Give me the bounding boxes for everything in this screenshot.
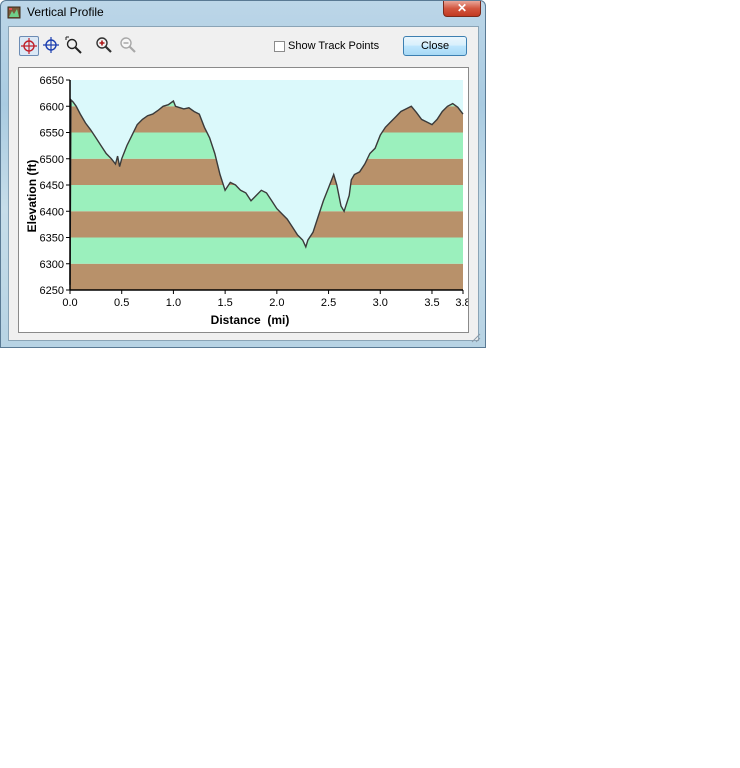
y-axis-label: Elevation (ft) <box>25 160 39 233</box>
zoom-box-icon <box>65 36 82 54</box>
zoom-out-icon <box>120 37 136 53</box>
elevation-profile-chart[interactable]: 6250 6300 6350 6400 6450 6500 6550 6600 6650 0.0… <box>19 68 471 332</box>
y-tick-labels: 6250 6300 6350 6400 6450 6500 6550 6600 6650 <box>40 75 70 297</box>
zoom-in-button[interactable] <box>95 36 115 56</box>
zoom-out-button[interactable] <box>119 36 139 56</box>
y-tick-label: 6450 <box>40 180 64 192</box>
elevation-band <box>70 211 463 238</box>
y-tick-label: 6350 <box>40 233 64 245</box>
x-tick-label: 0.5 <box>114 297 129 309</box>
y-tick-label: 6250 <box>40 285 64 297</box>
x-tick-label: 3.0 <box>373 297 388 309</box>
zoom-box-tool-button[interactable] <box>65 36 85 56</box>
y-tick-label: 6300 <box>40 259 64 271</box>
zoom-in-icon <box>96 37 112 53</box>
show-track-points-label[interactable]: Show Track Points <box>288 40 379 52</box>
y-tick-label: 6500 <box>40 154 64 166</box>
show-track-points-checkbox[interactable] <box>274 41 285 52</box>
window-title: Vertical Profile <box>27 5 104 19</box>
x-tick-label: 0.0 <box>62 297 77 309</box>
x-tick-label: 1.0 <box>166 297 181 309</box>
x-tick-labels: 0.0 0.5 1.0 1.5 2.0 2.5 3.0 3.5 3.8 <box>62 290 471 309</box>
elevation-band <box>70 237 463 264</box>
y-tick-label: 6650 <box>40 75 64 87</box>
select-point-tool-button[interactable] <box>19 36 39 56</box>
title-bar[interactable]: Vertical Profile ✕ <box>1 1 485 23</box>
x-tick-label: 3.5 <box>424 297 439 309</box>
x-tick-label: 1.5 <box>217 297 232 309</box>
y-tick-label: 6600 <box>40 101 64 113</box>
dialog-client-area: Show Track Points Close 6250 6300 6350 6400… <box>8 26 479 341</box>
resize-grip-icon[interactable] <box>469 331 481 343</box>
close-button[interactable]: Close <box>403 36 467 56</box>
elevation-band <box>70 263 463 290</box>
measure-tool-button[interactable] <box>42 36 62 56</box>
crosshair-red-icon <box>21 38 37 54</box>
x-tick-label: 2.5 <box>321 297 336 309</box>
app-icon <box>7 6 21 19</box>
window-close-button[interactable]: ✕ <box>443 1 481 17</box>
y-tick-label: 6550 <box>40 128 64 140</box>
y-tick-label: 6400 <box>40 206 64 218</box>
x-tick-label: 2.0 <box>269 297 284 309</box>
x-axis-label: Distance (mi) <box>211 313 290 327</box>
crosshair-blue-icon <box>43 37 59 53</box>
x-tick-label: 3.8 <box>455 297 468 309</box>
profile-chart-frame: 6250 6300 6350 6400 6450 6500 6550 6600 6650 0.0… <box>18 67 471 333</box>
vertical-profile-window: Vertical Profile ✕ Show Track Points Clo… <box>0 0 486 348</box>
